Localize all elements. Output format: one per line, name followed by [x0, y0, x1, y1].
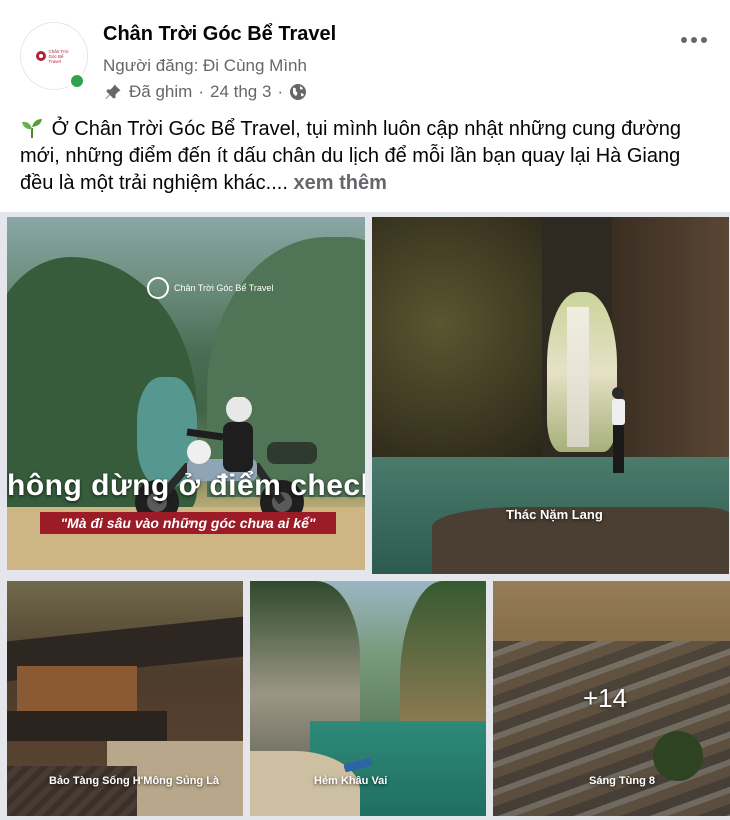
photo-caption: Hẻm Khâu Vai — [314, 775, 388, 787]
cave-wall — [372, 217, 542, 487]
seedling-icon — [22, 119, 42, 138]
avatar-logo-text: Chân Trời Góc Bể Travel — [48, 48, 69, 64]
roof-shape — [7, 711, 167, 741]
post-header: Chân Trời Góc Bể Travel Chân Trời Góc Bể… — [0, 0, 730, 112]
photo-gallery: Chân Trời Góc Bể Travel hông dừng ở điểm… — [0, 212, 730, 820]
motorbike-rider-illustration — [135, 397, 317, 524]
post-text: Ở Chân Trời Góc Bể Travel, tụi mình luôn… — [20, 116, 710, 197]
person-figure — [612, 387, 625, 473]
logo-ring-icon — [147, 277, 169, 299]
photo-hmong-museum[interactable]: Bảo Tàng Sống H'Mông Sủng Là — [7, 581, 243, 816]
photo-motorbike[interactable]: Chân Trời Góc Bể Travel hông dừng ở điểm… — [7, 217, 365, 570]
more-photos-count[interactable]: +14 — [583, 683, 627, 714]
photo-canyon[interactable]: Hẻm Khâu Vai — [250, 581, 486, 816]
more-dots-icon — [701, 37, 707, 43]
post-meta: Đã ghim · 24 thg 3 · — [103, 82, 307, 102]
logo-mark-icon — [35, 51, 46, 61]
more-dots-icon — [691, 37, 697, 43]
post-date[interactable]: 24 thg 3 — [210, 82, 271, 102]
meta-separator: · — [277, 82, 284, 101]
pin-icon — [105, 84, 121, 99]
more-options-button[interactable] — [674, 28, 714, 52]
brand-logo: Chân Trời Góc Bể Travel — [35, 48, 73, 64]
more-dots-icon — [681, 37, 687, 43]
photo-caption: Sáng Tùng 8 — [589, 775, 655, 787]
photo-quote: "Mà đi sâu vào những góc chưa ai kể" — [40, 512, 336, 534]
tiles-shape — [7, 766, 137, 816]
watermark-text: Chân Trời Góc Bể Travel — [174, 283, 274, 293]
photo-headline: hông dừng ở điểm check- — [7, 469, 365, 502]
globe-icon[interactable] — [289, 83, 307, 101]
watermark-logo: Chân Trời Góc Bể Travel — [147, 277, 273, 299]
page-name-link[interactable]: Chân Trời Góc Bể Travel — [103, 23, 336, 46]
photo-waterfall-cave[interactable]: Thác Nặm Lang — [372, 217, 729, 574]
online-status-dot — [68, 72, 86, 90]
pinned-label: Đã ghim — [129, 82, 193, 101]
photo-village-more[interactable]: +14 Sáng Tùng 8 — [493, 581, 730, 816]
meta-separator: · — [198, 82, 204, 101]
photo-caption: Thác Nặm Lang — [506, 507, 603, 522]
see-more-link[interactable]: xem thêm — [293, 172, 386, 194]
photo-caption: Bảo Tàng Sống H'Mông Sủng Là — [49, 775, 220, 787]
poster-label[interactable]: Người đăng: Đi Cùng Mình — [103, 56, 307, 76]
waterfall — [567, 307, 589, 447]
